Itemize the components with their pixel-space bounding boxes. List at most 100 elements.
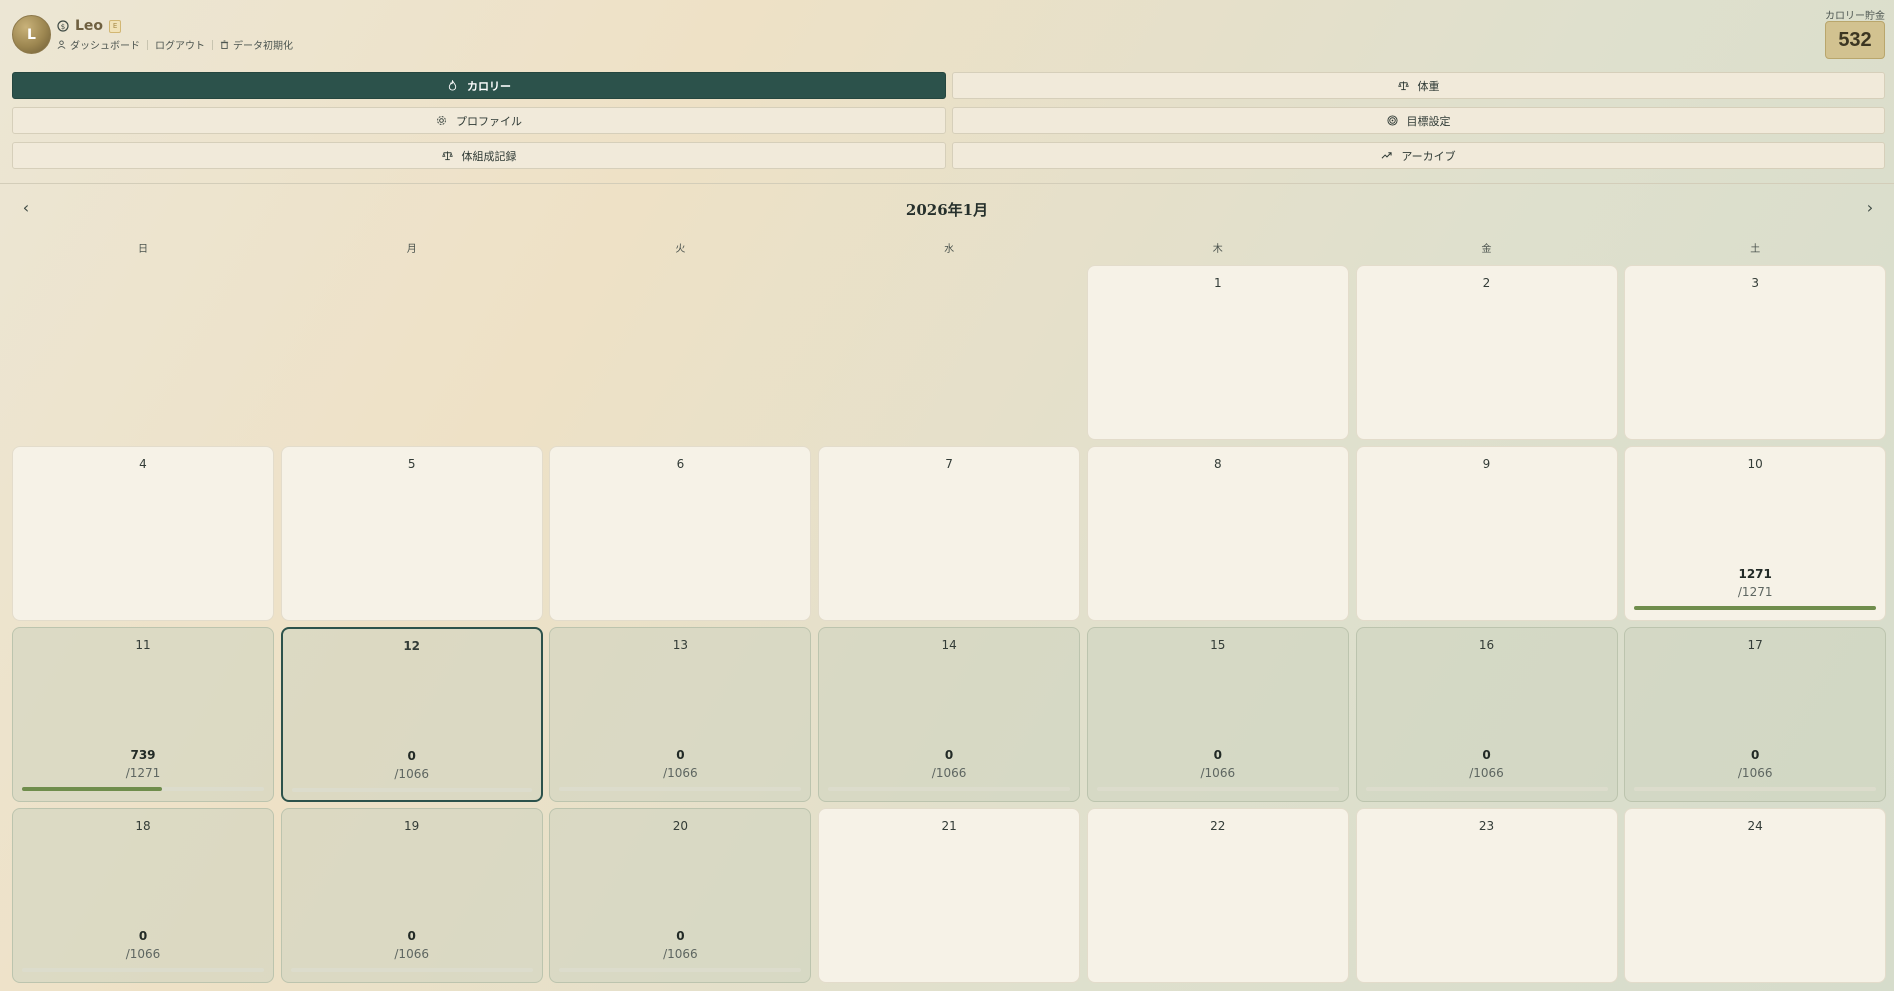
reset-data-link[interactable]: データ初期化 bbox=[220, 37, 293, 52]
calorie-target: /1066 bbox=[931, 766, 967, 780]
avatar[interactable]: L bbox=[12, 15, 51, 54]
day-number: 17 bbox=[1747, 638, 1763, 652]
weekday-label: 日 bbox=[138, 244, 148, 255]
calendar-day-cell[interactable]: 1 bbox=[1086, 265, 1349, 440]
calorie-target: /1066 bbox=[1469, 766, 1504, 780]
next-month-button[interactable]: › bbox=[1860, 198, 1880, 217]
day-number: 5 bbox=[407, 457, 416, 471]
tab-profile-label: プロファイル bbox=[456, 114, 522, 128]
tab-weight[interactable]: 体重 bbox=[952, 72, 1885, 99]
calendar-day-cell[interactable]: 9 bbox=[1355, 446, 1618, 621]
calendar-day-cell[interactable]: 13 0/1066 bbox=[549, 627, 812, 802]
calendar-day-cell[interactable]: 2 bbox=[1355, 265, 1618, 440]
calendar-day-cell[interactable]: 8 bbox=[1086, 446, 1349, 621]
day-number: 8 bbox=[1213, 457, 1222, 471]
calendar-day-cell[interactable]: 5 bbox=[280, 446, 543, 621]
calendar-day-cell[interactable]: 16 0/1066 bbox=[1355, 627, 1618, 802]
header-links: ダッシュボード ログアウト データ初期化 bbox=[57, 37, 293, 52]
progress-bar bbox=[559, 968, 802, 972]
day-number: 23 bbox=[1478, 819, 1495, 833]
calendar-day-cell[interactable]: 12 0/1066 bbox=[280, 627, 543, 802]
calendar-day-cell[interactable]: 3 bbox=[1624, 265, 1887, 440]
calendar-day-cell[interactable]: 17 0/1066 bbox=[1624, 627, 1887, 802]
calorie-target: /1271 bbox=[1737, 585, 1773, 599]
app-header: L $ Leo E ダッシュボード ログアウト データ初期化 カロリー貯金 53… bbox=[0, 0, 1894, 62]
calories-eaten: 0 bbox=[944, 748, 954, 762]
trash-icon bbox=[220, 40, 229, 49]
progress-bar bbox=[1365, 787, 1608, 791]
calories-eaten: 0 bbox=[676, 929, 685, 943]
weekday-label: 金 bbox=[1481, 244, 1492, 255]
month-title: 2026年1月 bbox=[905, 201, 989, 219]
logout-link[interactable]: ログアウト bbox=[155, 37, 205, 52]
tab-archive-label: アーカイブ bbox=[1401, 149, 1456, 163]
day-number: 21 bbox=[941, 819, 957, 833]
weekday-label: 土 bbox=[1750, 244, 1761, 255]
calories-eaten: 0 bbox=[1482, 748, 1491, 762]
progress-bar bbox=[291, 788, 532, 792]
tab-archive[interactable]: アーカイブ bbox=[952, 142, 1885, 169]
scale-icon bbox=[441, 151, 453, 161]
day-number: 19 bbox=[404, 819, 420, 833]
calendar-day-cell[interactable]: 15 0/1066 bbox=[1086, 627, 1349, 802]
dashboard-link-label: ダッシュボード bbox=[70, 41, 140, 52]
calendar-day-cell[interactable]: 22 bbox=[1086, 808, 1349, 983]
calorie-target: /1066 bbox=[394, 767, 429, 781]
day-number: 24 bbox=[1747, 819, 1763, 833]
month-navigation: ‹ 2026年1月 › bbox=[0, 198, 1894, 220]
username: Leo bbox=[75, 18, 104, 34]
calendar-day-cell[interactable]: 7 bbox=[818, 446, 1081, 621]
day-number: 6 bbox=[676, 457, 685, 471]
link-separator bbox=[212, 39, 213, 50]
tab-profile[interactable]: プロファイル bbox=[12, 107, 946, 134]
day-number: 9 bbox=[1482, 457, 1491, 471]
progress-bar bbox=[290, 968, 533, 972]
calendar-day-cell[interactable]: 11 739/1271 bbox=[12, 627, 274, 802]
calendar-day-cell[interactable]: 4 bbox=[12, 446, 274, 621]
tab-body-composition-label: 体組成記録 bbox=[461, 149, 517, 163]
level-badge: E bbox=[109, 19, 122, 33]
day-number: 16 bbox=[1478, 638, 1495, 652]
tab-weight-label: 体重 bbox=[1417, 79, 1440, 93]
tab-goal-settings[interactable]: 目標設定 bbox=[952, 107, 1885, 134]
savings-label: カロリー貯金 bbox=[1825, 11, 1885, 22]
calendar-day-cell[interactable]: 21 bbox=[818, 808, 1081, 983]
calendar-day-cell[interactable]: 14 0/1066 bbox=[818, 627, 1081, 802]
tab-calorie[interactable]: カロリー bbox=[12, 72, 946, 99]
calories-eaten: 0 bbox=[1751, 748, 1760, 762]
calendar-day-cell[interactable]: 10 1271/1271 bbox=[1624, 446, 1887, 621]
dashboard-link[interactable]: ダッシュボード bbox=[57, 37, 140, 52]
calorie-target: /1066 bbox=[663, 947, 698, 961]
calendar-day-cell[interactable]: 24 bbox=[1624, 808, 1887, 983]
weekday-label: 木 bbox=[1212, 244, 1223, 255]
person-icon bbox=[57, 40, 66, 49]
calories-eaten: 0 bbox=[407, 929, 416, 943]
calories-eaten: 0 bbox=[407, 749, 416, 763]
progress-bar bbox=[1634, 606, 1877, 610]
weekday-label: 水 bbox=[944, 244, 955, 255]
calories-eaten: 0 bbox=[138, 929, 148, 943]
day-number: 10 bbox=[1747, 457, 1763, 471]
calendar-day-cell[interactable]: 23 bbox=[1355, 808, 1618, 983]
calorie-target: /1066 bbox=[663, 766, 698, 780]
progress-bar bbox=[22, 787, 264, 791]
calories-eaten: 0 bbox=[1213, 748, 1222, 762]
calendar-day-cell[interactable]: 19 0/1066 bbox=[280, 808, 543, 983]
reset-data-link-label: データ初期化 bbox=[233, 41, 293, 52]
calorie-target: /1066 bbox=[394, 947, 429, 961]
day-number: 11 bbox=[135, 638, 151, 652]
tab-calorie-label: カロリー bbox=[467, 79, 511, 93]
day-number: 4 bbox=[139, 457, 147, 471]
calendar-day-cell[interactable]: 18 0/1066 bbox=[12, 808, 274, 983]
target-icon bbox=[1386, 115, 1398, 126]
tab-body-composition[interactable]: 体組成記録 bbox=[12, 142, 946, 169]
link-separator bbox=[147, 39, 148, 50]
day-number: 3 bbox=[1751, 276, 1759, 290]
calendar-day-cell[interactable]: 6 bbox=[549, 446, 812, 621]
logout-link-label: ログアウト bbox=[155, 41, 205, 52]
tab-goal-settings-label: 目標設定 bbox=[1406, 114, 1451, 128]
day-number: 1 bbox=[1213, 276, 1222, 290]
calendar-day-cell[interactable]: 20 0/1066 bbox=[549, 808, 812, 983]
day-number: 15 bbox=[1210, 638, 1226, 652]
calorie-savings-value: 532 bbox=[1825, 21, 1885, 59]
